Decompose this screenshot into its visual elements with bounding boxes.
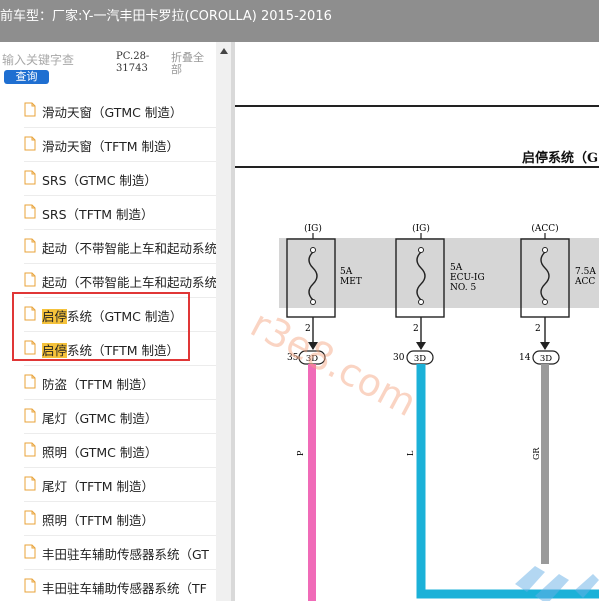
document-icon xyxy=(24,442,36,457)
wire-color-label: GR xyxy=(532,447,541,460)
fuse-rating-line: 5A xyxy=(450,263,463,273)
document-icon xyxy=(24,170,36,185)
wire-cyan xyxy=(416,364,599,599)
document-icon xyxy=(24,102,36,117)
fuse-source-label: (IG) xyxy=(304,223,322,234)
wiring-diagram: (IG) 5A MET 2 35 3D P (IG) 5A ECU-IG NO.… xyxy=(244,223,599,601)
window-title: 前车型：厂家:Y-一汽丰田卡罗拉(COROLLA) 2015-2016 xyxy=(0,9,332,24)
fuse-source-label: (IG) xyxy=(412,223,430,234)
list-item[interactable]: 防盗（TFTM 制造） xyxy=(0,366,216,400)
wire-gray xyxy=(541,364,549,564)
fuse-rating-line: MET xyxy=(340,277,362,287)
document-icon xyxy=(24,544,36,559)
fuse-source-label: (ACC) xyxy=(531,223,558,234)
list-item-label: 起动（不带智能上车和起动系统 xyxy=(42,241,216,256)
document-icon xyxy=(24,578,36,593)
highlight-frame xyxy=(12,292,190,361)
document-icon xyxy=(24,272,36,287)
document-icon xyxy=(24,238,36,253)
diagram-viewer[interactable]: 启停系统（G (IG) 5A MET 2 35 3D P (IG) 5A ECU… xyxy=(235,42,599,601)
list-item-label: SRS（TFTM 制造） xyxy=(42,207,154,222)
list-item[interactable]: 滑动天窗（TFTM 制造） xyxy=(0,128,216,162)
list-item[interactable]: 照明（TFTM 制造） xyxy=(0,502,216,536)
connector-pin: 14 xyxy=(519,353,531,363)
document-icon xyxy=(24,204,36,219)
scrollbar[interactable] xyxy=(216,42,231,601)
wire-pink xyxy=(308,364,316,601)
list-item[interactable]: 起动（不带智能上车和起动系统 xyxy=(0,230,216,264)
list-item-label: 尾灯（TFTM 制造） xyxy=(42,479,154,494)
title-bar: 前车型：厂家:Y-一汽丰田卡罗拉(COROLLA) 2015-2016 xyxy=(0,0,599,42)
connector-id: 3D xyxy=(414,354,426,364)
scroll-up-icon[interactable] xyxy=(220,48,228,54)
list-item[interactable]: 尾灯（TFTM 制造） xyxy=(0,468,216,502)
wire-color-label: L xyxy=(406,450,415,456)
list-item[interactable]: 滑动天窗（GTMC 制造） xyxy=(0,94,216,128)
document-icon xyxy=(24,476,36,491)
list-item-label: 照明（TFTM 制造） xyxy=(42,513,154,528)
list-item-label: 照明（GTMC 制造） xyxy=(42,445,158,460)
watermark-text: r3e8.com xyxy=(244,301,424,425)
list-item-label: 滑动天窗（TFTM 制造） xyxy=(42,139,179,154)
list-item[interactable]: 尾灯（GTMC 制造） xyxy=(0,400,216,434)
document-icon xyxy=(24,136,36,151)
list-item-label: 尾灯（GTMC 制造） xyxy=(42,411,158,426)
pin-number: 2 xyxy=(535,324,541,334)
fuse-rating-line: ECU-IG xyxy=(450,273,485,283)
list-item[interactable]: 丰田驻车辅助传感器系统（GT xyxy=(0,536,216,570)
search-input[interactable] xyxy=(2,50,107,70)
search-area: 查询 PC.28-31743 折叠全部 xyxy=(0,42,216,94)
connector-id: 3D xyxy=(540,354,552,364)
list-item-label: 丰田驻车辅助传感器系统（GT xyxy=(42,547,209,562)
list-item-label: 丰田驻车辅助传感器系统（TF xyxy=(42,581,207,596)
fuse-rating-line: 7.5A xyxy=(575,267,596,277)
list-item[interactable]: 照明（GTMC 制造） xyxy=(0,434,216,468)
left-panel: 查询 PC.28-31743 折叠全部 滑动天窗（GTMC 制造） 滑动天窗（T… xyxy=(0,42,216,601)
list-item[interactable]: SRS（TFTM 制造） xyxy=(0,196,216,230)
list-item-label: SRS（GTMC 制造） xyxy=(42,173,157,188)
pc-code: PC.28-31743 xyxy=(116,51,150,74)
list-item-label: 起动（不带智能上车和起动系统 xyxy=(42,275,216,290)
fuse-rating-line: NO. 5 xyxy=(450,283,476,293)
query-button[interactable]: 查询 xyxy=(4,70,49,84)
document-icon xyxy=(24,510,36,525)
connector-pin: 30 xyxy=(393,353,405,363)
fuse-box-panel xyxy=(279,238,599,308)
list-item-label: 防盗（TFTM 制造） xyxy=(42,377,154,392)
document-icon xyxy=(24,408,36,423)
fuse-rating-line: 5A xyxy=(340,267,353,277)
pin-number: 2 xyxy=(413,324,419,334)
fuse-rating-line: ACC xyxy=(574,277,595,287)
list-item[interactable]: SRS（GTMC 制造） xyxy=(0,162,216,196)
document-icon xyxy=(24,374,36,389)
wire-color-label: P xyxy=(296,450,305,456)
list-item[interactable]: 丰田驻车辅助传感器系统（TF xyxy=(0,570,216,601)
list-item-label: 滑动天窗（GTMC 制造） xyxy=(42,105,183,120)
collapse-all-button[interactable]: 折叠全部 xyxy=(171,52,211,76)
